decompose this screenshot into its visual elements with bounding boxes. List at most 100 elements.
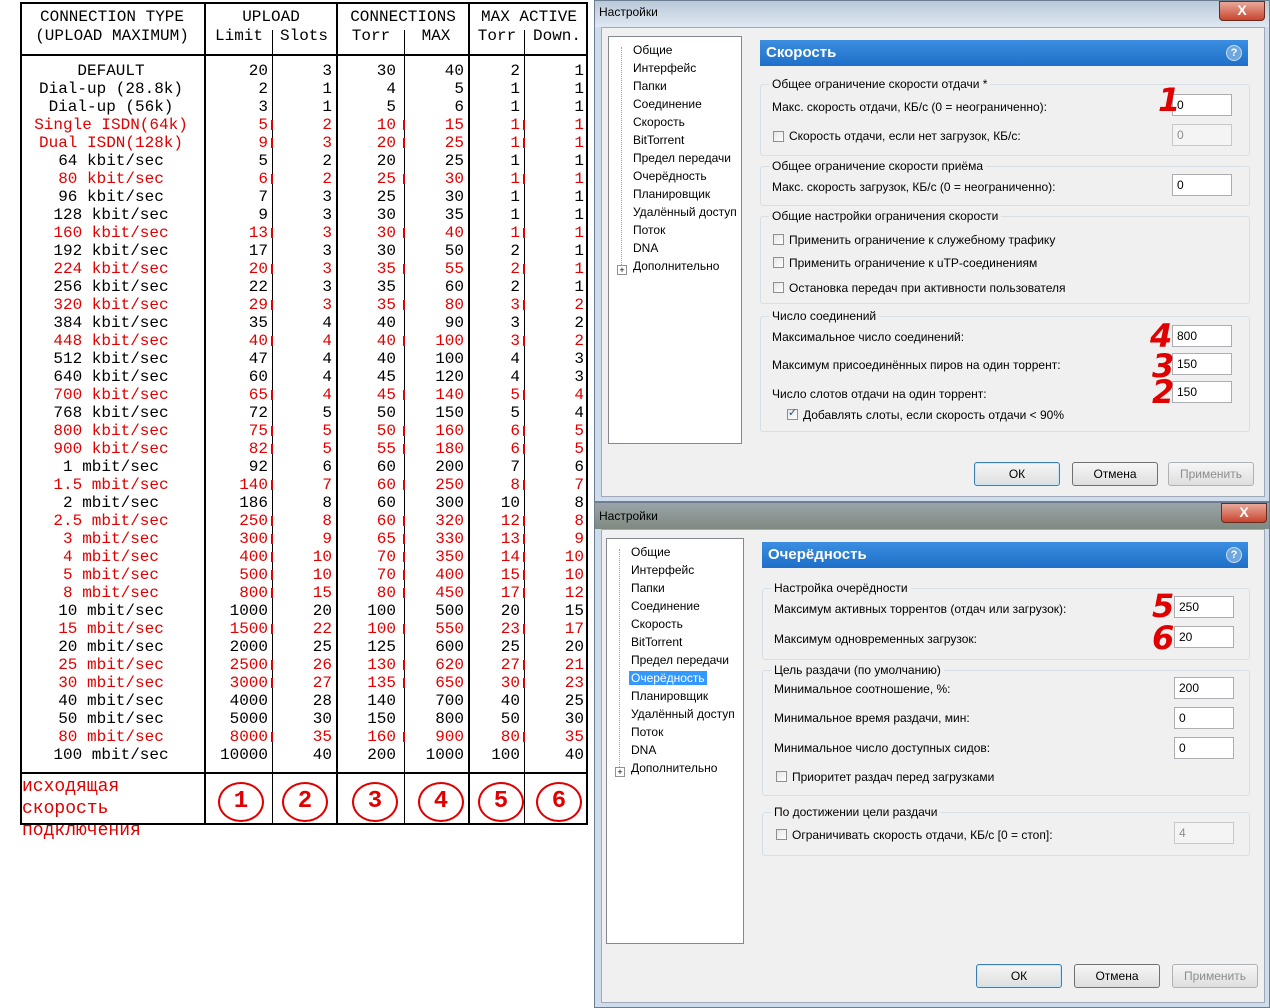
value-cell-col2: 22 bbox=[312, 620, 332, 638]
value-cell-col5: 3 bbox=[510, 296, 520, 314]
value-cell-col1: 9 bbox=[258, 206, 268, 224]
tree-item-remote[interactable]: Удалённый доступ bbox=[631, 707, 735, 721]
add-slots-checkbox[interactable] bbox=[787, 406, 798, 420]
connection-type-cell: 160 kbit/sec bbox=[53, 224, 169, 242]
tree-item-queueing[interactable]: Очерёдность bbox=[629, 671, 707, 685]
red-divider-tick bbox=[403, 336, 405, 346]
value-cell-col2: 3 bbox=[322, 62, 332, 80]
close-button[interactable]: X bbox=[1221, 503, 1267, 523]
value-cell-col3: 40 bbox=[376, 350, 396, 368]
red-divider-tick bbox=[523, 264, 525, 274]
value-cell-col4: 35 bbox=[444, 206, 464, 224]
tree-item-stream[interactable]: Поток bbox=[631, 725, 663, 739]
tree-item-dna[interactable]: DNA bbox=[631, 743, 656, 757]
ok-button[interactable]: ОК bbox=[976, 964, 1062, 988]
tree-item-transfer-cap[interactable]: Предел передачи bbox=[633, 151, 731, 165]
limit-upload-input[interactable]: 4 bbox=[1174, 822, 1234, 844]
max-download-input[interactable]: 0 bbox=[1172, 174, 1232, 196]
red-divider-tick bbox=[403, 264, 405, 274]
red-divider-tick bbox=[523, 138, 525, 148]
table-row: 256 kbit/sec 22 3 35 60 2 1 bbox=[18, 278, 588, 296]
tree-item-interface[interactable]: Интерфейс bbox=[633, 61, 696, 75]
dialog-client: Общие Интерфейс Папки Соединение Скорост… bbox=[601, 529, 1265, 1003]
apply-button[interactable]: Применить bbox=[1172, 964, 1258, 988]
tree-item-speed[interactable]: Скорость bbox=[631, 617, 683, 631]
min-ratio-input[interactable]: 200 bbox=[1174, 677, 1234, 699]
tree-item-folders[interactable]: Папки bbox=[631, 581, 665, 595]
limit-overhead-checkbox[interactable] bbox=[773, 234, 784, 245]
min-seed-time-input[interactable]: 0 bbox=[1174, 707, 1234, 729]
ok-button[interactable]: ОК bbox=[974, 462, 1060, 486]
stop-on-activity-checkbox[interactable] bbox=[773, 282, 784, 293]
value-cell-col6: 6 bbox=[574, 458, 584, 476]
upload-noload-checkbox[interactable] bbox=[773, 131, 784, 142]
value-cell-col3: 10 bbox=[376, 116, 396, 134]
close-button[interactable]: X bbox=[1219, 1, 1265, 21]
value-cell-col3: 4 bbox=[386, 80, 396, 98]
red-divider-tick bbox=[271, 138, 273, 148]
settings-tree: Общие Интерфейс Папки Соединение Скорост… bbox=[606, 538, 744, 944]
connection-type-cell: 50 mbit/sec bbox=[58, 710, 164, 728]
tree-item-general[interactable]: Общие bbox=[633, 43, 672, 57]
tree-item-connection[interactable]: Соединение bbox=[631, 599, 700, 613]
tree-item-general[interactable]: Общие bbox=[631, 545, 670, 559]
table-row: 96 kbit/sec 7 3 25 30 1 1 bbox=[18, 188, 588, 206]
value-cell-col1: 4000 bbox=[229, 692, 268, 710]
value-cell-col4: 650 bbox=[435, 674, 464, 692]
value-cell-col2: 2 bbox=[322, 152, 332, 170]
connection-type-cell: 900 kbit/sec bbox=[53, 440, 169, 458]
tree-item-scheduler[interactable]: Планировщик bbox=[633, 187, 710, 201]
value-cell-col2: 28 bbox=[312, 692, 332, 710]
cancel-button[interactable]: Отмена bbox=[1072, 462, 1158, 486]
annotation-mark-5: 5 bbox=[1152, 587, 1175, 625]
tree-item-advanced[interactable]: Дополнительно bbox=[633, 259, 719, 273]
seed-priority-checkbox[interactable] bbox=[776, 771, 787, 782]
max-downloads-input[interactable]: 20 bbox=[1174, 626, 1234, 648]
min-ratio-label: Минимальное соотношение, %: bbox=[774, 682, 951, 696]
tree-item-queueing[interactable]: Очерёдность bbox=[633, 169, 707, 183]
tree-item-connection[interactable]: Соединение bbox=[633, 97, 702, 111]
value-cell-col3: 135 bbox=[367, 674, 396, 692]
header-max: MAX bbox=[421, 27, 451, 45]
tree-item-speed[interactable]: Скорость bbox=[633, 115, 685, 129]
max-active-input[interactable]: 250 bbox=[1174, 596, 1234, 618]
help-icon[interactable]: ? bbox=[1226, 45, 1242, 61]
value-cell-col1: 300 bbox=[239, 530, 268, 548]
tree-item-interface[interactable]: Интерфейс bbox=[631, 563, 694, 577]
help-icon[interactable]: ? bbox=[1226, 547, 1242, 563]
tree-item-remote[interactable]: Удалённый доступ bbox=[633, 205, 737, 219]
value-cell-col1: 2 bbox=[258, 80, 268, 98]
max-upload-input[interactable]: 0 bbox=[1172, 94, 1232, 116]
tree-item-bittorrent[interactable]: BitTorrent bbox=[631, 635, 682, 649]
value-cell-col6: 5 bbox=[574, 440, 584, 458]
red-divider-tick bbox=[523, 228, 525, 238]
header-connections: CONNECTIONS bbox=[350, 8, 456, 26]
expand-icon[interactable]: + bbox=[617, 265, 627, 275]
tree-item-advanced[interactable]: Дополнительно bbox=[631, 761, 717, 775]
value-cell-col5: 23 bbox=[500, 620, 520, 638]
tree-item-bittorrent[interactable]: BitTorrent bbox=[633, 133, 684, 147]
table-row: 700 kbit/sec 65 4 45 140 5 4 bbox=[18, 386, 588, 404]
min-seeds-input[interactable]: 0 bbox=[1174, 737, 1234, 759]
value-cell-col3: 40 bbox=[376, 314, 396, 332]
tree-item-scheduler[interactable]: Планировщик bbox=[631, 689, 708, 703]
cancel-button[interactable]: Отмена bbox=[1074, 964, 1160, 988]
upload-slots-input[interactable]: 150 bbox=[1172, 381, 1232, 403]
red-divider-tick bbox=[523, 480, 525, 490]
expand-icon[interactable]: + bbox=[615, 767, 625, 777]
max-peers-label: Максимум присоединённых пиров на один то… bbox=[772, 358, 1061, 372]
tree-item-folders[interactable]: Папки bbox=[633, 79, 667, 93]
max-peers-input[interactable]: 150 bbox=[1172, 353, 1232, 375]
tree-item-transfer-cap[interactable]: Предел передачи bbox=[631, 653, 729, 667]
upload-noload-input[interactable]: 0 bbox=[1172, 124, 1232, 146]
table-row: 2.5 mbit/sec 250 8 60 320 12 8 bbox=[18, 512, 588, 530]
value-cell-col5: 17 bbox=[500, 584, 520, 602]
limit-upload-checkbox[interactable] bbox=[776, 829, 787, 840]
tree-item-stream[interactable]: Поток bbox=[633, 223, 665, 237]
limit-utp-checkbox[interactable] bbox=[773, 257, 784, 268]
value-cell-col6: 1 bbox=[574, 152, 584, 170]
max-connections-label: Максимальное число соединений: bbox=[772, 330, 965, 344]
apply-button[interactable]: Применить bbox=[1168, 462, 1254, 486]
tree-item-dna[interactable]: DNA bbox=[633, 241, 658, 255]
max-connections-input[interactable]: 800 bbox=[1172, 325, 1232, 347]
